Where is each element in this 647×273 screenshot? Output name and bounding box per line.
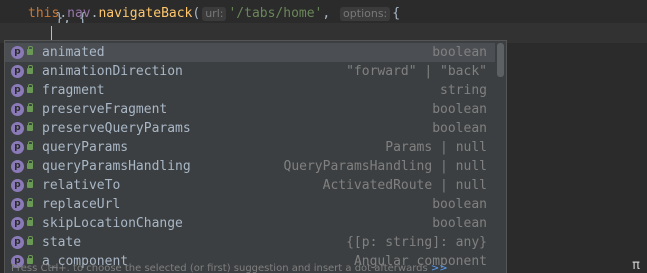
completion-item-type: boolean: [432, 45, 487, 60]
property-icon: p: [11, 103, 24, 116]
open-brace: {: [392, 6, 401, 21]
completion-item-type: boolean: [432, 121, 487, 136]
completion-item-type: {[p: string]: any}: [346, 235, 487, 250]
lock-icon: [27, 84, 33, 93]
code-editor[interactable]: }, { this.nav.navigateBack(url: '/tabs/ho…: [0, 0, 647, 273]
completion-item-query-params[interactable]: p queryParams Params | null: [5, 138, 495, 157]
completion-item-name: preserveQueryParams: [42, 121, 191, 136]
text-caret: [51, 26, 52, 41]
lock-icon: [27, 179, 33, 188]
footer-hint-text: Press Ctrl+. to choose the selected (or …: [11, 263, 428, 273]
completion-scrollbar[interactable]: [497, 43, 504, 77]
completion-item-type: ActivatedRoute | null: [322, 178, 487, 193]
completion-item-query-params-handling[interactable]: p queryParamsHandling QueryParamsHandlin…: [5, 157, 495, 176]
completion-item-name: animationDirection: [42, 64, 183, 79]
completion-item-type: "forward" | "back": [346, 64, 487, 79]
property-icon: p: [11, 160, 24, 173]
code-line-2: this.nav.navigateBack(url: '/tabs/home', …: [28, 4, 400, 24]
property-icon: p: [11, 198, 24, 211]
lock-icon: [27, 217, 33, 226]
completion-item-type: Params | null: [385, 140, 487, 155]
property-icon: p: [11, 84, 24, 97]
completion-item-fragment[interactable]: p fragment string: [5, 81, 495, 100]
comma: ,: [322, 6, 331, 21]
property-icon: p: [11, 179, 24, 192]
completion-item-relative-to[interactable]: p relativeTo ActivatedRoute | null: [5, 176, 495, 195]
lock-icon: [27, 236, 33, 245]
completion-item-name: state: [42, 235, 82, 250]
string-argument: '/tabs/home': [228, 6, 323, 21]
completion-item-name: skipLocationChange: [42, 216, 183, 231]
lock-icon: [27, 65, 33, 74]
completion-item-state[interactable]: p state {[p: string]: any}: [5, 233, 495, 252]
property-icon: p: [11, 65, 24, 78]
completion-item-type: boolean: [432, 102, 487, 117]
lock-icon: [27, 198, 33, 207]
property-icon: p: [11, 46, 24, 59]
completion-item-name: preserveFragment: [42, 102, 168, 117]
completion-item-replace-url[interactable]: p replaceUrl boolean: [5, 195, 495, 214]
completion-item-animated[interactable]: p animated boolean: [5, 43, 495, 62]
completion-item-name: replaceUrl: [42, 197, 121, 212]
property-icon: p: [11, 236, 24, 249]
open-paren: (: [192, 6, 201, 21]
completion-item-name: animated: [42, 45, 105, 60]
completion-item-name: queryParamsHandling: [42, 159, 191, 174]
completion-item-preserve-fragment[interactable]: p preserveFragment boolean: [5, 100, 495, 119]
completion-item-type: boolean: [432, 216, 487, 231]
param-hint-options: options:: [340, 7, 391, 21]
completion-popup[interactable]: p animated boolean p animationDirection …: [4, 40, 507, 273]
completion-item-name: queryParams: [42, 140, 129, 155]
method-navigate-back: navigateBack: [98, 6, 193, 21]
completion-item-type: boolean: [432, 197, 487, 212]
completion-item-name: relativeTo: [42, 178, 121, 193]
keyword-this: this: [28, 6, 60, 21]
property-icon: p: [11, 122, 24, 135]
completion-item-animation-direction[interactable]: p animationDirection "forward" | "back": [5, 62, 495, 81]
lock-icon: [27, 141, 33, 150]
lock-icon: [27, 103, 33, 112]
property-nav: nav: [67, 6, 91, 21]
completion-item-preserve-query-params[interactable]: p preserveQueryParams boolean: [5, 119, 495, 138]
lock-icon: [27, 46, 33, 55]
completion-item-skip-location-change[interactable]: p skipLocationChange boolean: [5, 214, 495, 233]
completion-footer-hint: Press Ctrl+. to choose the selected (or …: [11, 263, 448, 273]
lock-icon: [27, 160, 33, 169]
completion-item-type: string: [440, 83, 487, 98]
dot: .: [59, 6, 68, 21]
property-icon: p: [11, 217, 24, 230]
completion-item-type: QueryParamsHandling | null: [283, 159, 488, 174]
completion-item-name: fragment: [42, 83, 105, 98]
footer-more-link[interactable]: >>: [431, 263, 448, 273]
property-icon: p: [11, 141, 24, 154]
completion-list[interactable]: p animated boolean p animationDirection …: [5, 43, 495, 271]
lock-icon: [27, 122, 33, 131]
param-hint-url: url:: [202, 7, 227, 21]
pi-icon[interactable]: π: [632, 258, 640, 273]
